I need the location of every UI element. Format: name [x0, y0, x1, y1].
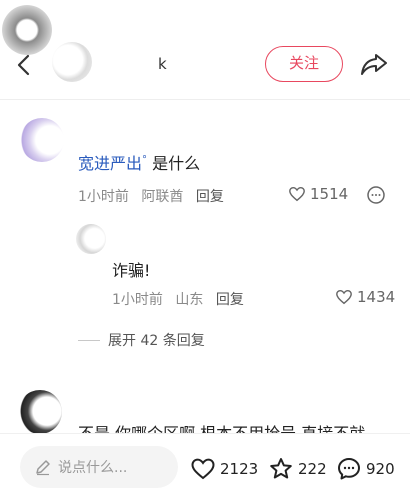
like-button[interactable]: 2123	[190, 456, 258, 482]
comment-like-button[interactable]: 1514	[288, 185, 348, 203]
share-button[interactable]	[358, 48, 390, 80]
reply-avatar[interactable]	[76, 224, 106, 254]
share-icon	[361, 54, 387, 75]
pencil-icon	[36, 460, 50, 476]
reply-button[interactable]: 回复	[216, 292, 244, 308]
heart-icon	[191, 458, 215, 480]
like-count: 1434	[357, 288, 396, 306]
reply-text: 诈骗!	[112, 261, 151, 280]
comment-time: 1小时前	[78, 189, 129, 205]
divider	[78, 339, 100, 341]
heart-icon	[336, 289, 352, 305]
reply-time: 1小时前	[112, 292, 163, 308]
follow-button[interactable]: 关注	[265, 46, 343, 82]
like-count: 2123	[220, 460, 259, 478]
expand-replies-button[interactable]: 展开 42 条回复	[78, 330, 205, 350]
comment-location: 阿联酋	[141, 189, 184, 205]
comment-text: 宽进严出° 是什么	[78, 150, 200, 174]
reply-like-button[interactable]: 1434	[335, 288, 395, 306]
comment-meta: 1小时前 阿联酋 回复	[78, 186, 232, 206]
star-icon	[270, 458, 292, 479]
input-placeholder: 说点什么...	[58, 460, 128, 476]
author-avatar[interactable]	[52, 42, 92, 82]
note-header: k 关注	[0, 0, 410, 100]
collect-button[interactable]: 222	[268, 456, 327, 482]
comment-input[interactable]: 说点什么...	[20, 446, 178, 488]
reply-button[interactable]: 回复	[196, 189, 224, 205]
comment-bubble-icon	[338, 458, 360, 480]
like-count: 1514	[310, 185, 349, 203]
comment-count: 920	[366, 460, 395, 478]
author-name[interactable]: k	[158, 55, 167, 73]
collect-count: 222	[298, 460, 327, 478]
more-circle-icon	[367, 186, 385, 204]
comment-button[interactable]: 920	[336, 456, 395, 482]
back-button[interactable]	[12, 52, 38, 78]
reply-location: 山东	[175, 292, 204, 308]
search-keyword-link[interactable]: 宽进严出	[78, 154, 142, 173]
search-link-icon: °	[142, 154, 148, 166]
reply-meta: 1小时前 山东 回复	[112, 289, 252, 309]
back-arrow-icon	[17, 54, 30, 76]
comment-avatar[interactable]	[18, 390, 62, 434]
comment-text-rest: 是什么	[152, 154, 201, 173]
expand-label: 展开 42 条回复	[108, 333, 205, 349]
heart-icon	[289, 186, 305, 202]
comment-avatar[interactable]	[20, 118, 64, 162]
comment-more-button[interactable]	[366, 185, 386, 205]
bottom-action-bar: 说点什么... 2123 222 920	[0, 433, 410, 502]
